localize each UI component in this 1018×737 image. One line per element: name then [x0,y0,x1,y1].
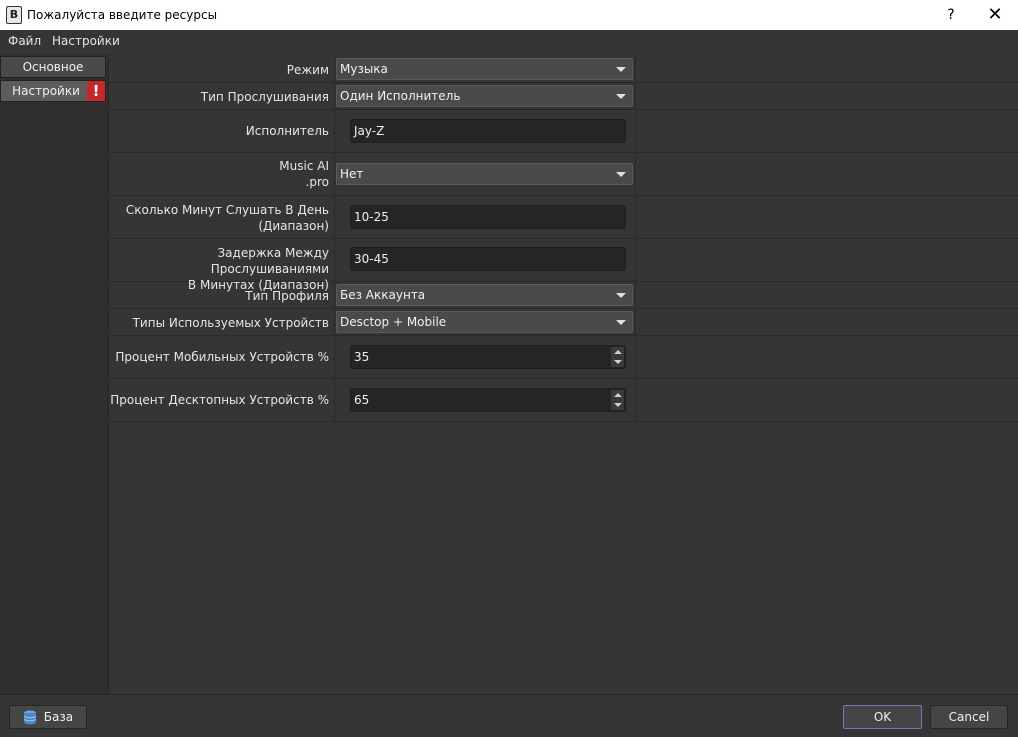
row-artist: Исполнитель Jay-Z [109,109,1018,153]
column-divider [334,238,335,281]
column-divider [635,238,636,281]
music-ai-value: Нет [340,167,364,181]
nav-item-label: Настройки [12,84,80,98]
row-minutes-per-day: Сколько Минут Слушать В День (Диапазон) … [109,195,1018,239]
mode-label: Режим [286,63,329,77]
music-ai-label: Music AI .pro [109,158,329,190]
menu-bar: Файл Настройки [0,30,1018,52]
row-desktop-percent: Процент Десктопных Устройств % 65 [109,378,1018,422]
artist-input[interactable]: Jay-Z [350,119,626,143]
database-icon [23,710,37,725]
column-divider [334,54,335,82]
spinner-arrows-icon[interactable] [611,390,624,410]
listen-type-value: Один Исполнитель [340,89,461,103]
column-divider [635,152,636,195]
nav-item-main[interactable]: Основное [0,56,106,78]
spinner-arrows-icon[interactable] [611,347,624,367]
cancel-button[interactable]: Cancel [930,705,1008,729]
profile-type-select[interactable]: Без Аккаунта [336,284,633,306]
column-divider [334,308,335,335]
row-mobile-percent: Процент Мобильных Устройств % 35 [109,335,1018,379]
column-divider [334,82,335,109]
profile-type-value: Без Аккаунта [340,288,426,302]
mobile-percent-spinbox[interactable]: 35 [350,345,626,369]
desktop-percent-label: Процент Десктопных Устройств % [110,393,329,407]
minutes-per-day-label-line2: (Диапазон) [258,219,329,233]
menu-file[interactable]: Файл [8,34,41,48]
column-divider [334,195,335,238]
desktop-percent-spinbox[interactable]: 65 [350,388,626,412]
minutes-per-day-input[interactable]: 10-25 [350,205,626,229]
mode-value: Музыка [340,62,388,76]
listen-type-label: Тип Прослушивания [200,90,329,104]
minutes-per-day-label: Сколько Минут Слушать В День (Диапазон) [109,202,329,234]
desktop-percent-value: 65 [354,393,370,407]
app-icon: B [6,6,22,24]
database-button[interactable]: База [9,705,87,729]
chevron-down-icon [616,172,626,177]
minutes-per-day-label-line1: Сколько Минут Слушать В День [125,203,329,217]
column-divider [635,378,636,421]
artist-label: Исполнитель [245,124,329,138]
column-divider [635,195,636,238]
listen-type-select[interactable]: Один Исполнитель [336,85,633,107]
row-mode: Режим Музыка [109,54,1018,83]
row-delay: Задержка Между Прослушиваниями В Минутах… [109,238,1018,292]
row-profile-type: Тип Профиля Без Аккаунта [109,281,1018,309]
device-types-select[interactable]: Desctop + Mobile [336,311,633,333]
music-ai-label-line1: Music AI [279,159,329,173]
ok-button[interactable]: OK [843,705,922,729]
column-divider [334,335,335,378]
nav-item-label: Основное [22,60,84,74]
row-listen-type: Тип Прослушивания Один Исполнитель [109,82,1018,110]
title-bar: B Пожалуйста введите ресурсы ? ✕ [0,0,1018,30]
bottom-bar: База OK Cancel [0,694,1018,737]
nav-item-settings[interactable]: Настройки ! [0,80,106,102]
column-divider [334,152,335,195]
column-divider [635,308,636,335]
column-divider [635,109,636,152]
chevron-down-icon [616,94,626,99]
row-music-ai: Music AI .pro Нет [109,152,1018,196]
column-divider [635,281,636,308]
spin-up-icon[interactable] [611,347,624,357]
sidebar-nav: Основное Настройки ! [0,54,109,694]
help-button[interactable]: ? [928,0,974,30]
profile-type-label: Тип Профиля [245,289,329,303]
mobile-percent-label: Процент Мобильных Устройств % [115,350,329,364]
database-button-label: База [43,710,74,724]
mode-select[interactable]: Музыка [336,58,633,80]
close-button[interactable]: ✕ [972,0,1018,30]
device-types-label: Типы Используемых Устройств [132,316,329,330]
spin-up-icon[interactable] [611,390,624,400]
chevron-down-icon [616,320,626,325]
spin-down-icon[interactable] [611,357,624,367]
music-ai-select[interactable]: Нет [336,163,633,185]
delay-input[interactable]: 30-45 [350,247,626,271]
row-device-types: Типы Используемых Устройств Desctop + Mo… [109,308,1018,336]
column-divider [635,82,636,109]
warning-icon: ! [87,81,105,101]
music-ai-label-line2: .pro [305,175,329,189]
mobile-percent-value: 35 [354,350,370,364]
column-divider [334,109,335,152]
window-title: Пожалуйста введите ресурсы [27,8,218,22]
chevron-down-icon [616,67,626,72]
column-divider [635,54,636,82]
menu-settings[interactable]: Настройки [52,34,120,48]
column-divider [334,378,335,421]
spin-down-icon[interactable] [611,400,624,410]
device-types-value: Desctop + Mobile [340,315,447,329]
column-divider [334,281,335,308]
delay-label-line1: Задержка Между Прослушиваниями [210,246,329,276]
column-divider [635,335,636,378]
chevron-down-icon [616,293,626,298]
